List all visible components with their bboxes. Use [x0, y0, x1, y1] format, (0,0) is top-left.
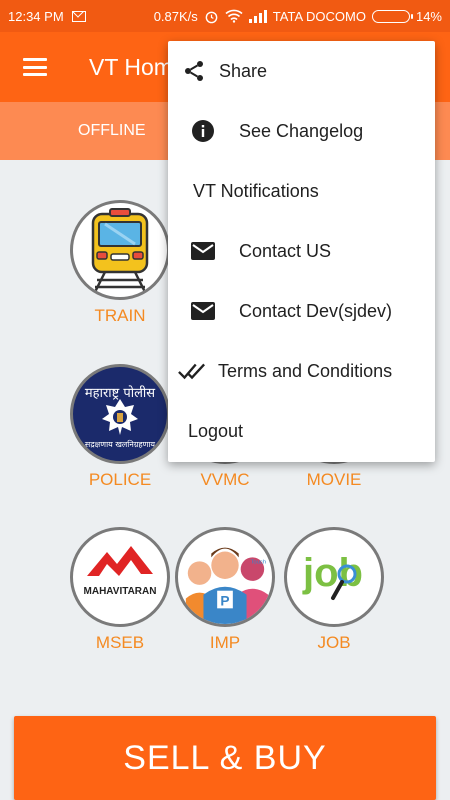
menu-item-share[interactable]: Share	[168, 41, 435, 101]
train-icon	[91, 208, 149, 292]
tile-train[interactable]: TRAIN	[70, 200, 170, 326]
wifi-icon	[225, 9, 243, 23]
menu-item-contact-dev[interactable]: Contact Dev(sjdev)	[168, 281, 435, 341]
people-icon: P Touch	[185, 547, 269, 624]
menu-item-label: VT Notifications	[193, 180, 319, 201]
tile-imp[interactable]: P Touch IMP	[175, 527, 275, 653]
mseb-logo: MAHAVITARAN	[70, 527, 170, 627]
double-check-icon	[178, 357, 206, 385]
tab-offline[interactable]: OFFLINE	[78, 122, 146, 140]
menu-item-terms-and-conditions[interactable]: Terms and Conditions	[168, 341, 435, 401]
menu-item-vt-notifications[interactable]: VT Notifications	[168, 161, 435, 221]
tile-label: JOB	[317, 633, 351, 652]
status-bar: 12:34 PM 0.87K/s TATA DOCOMO 14%	[0, 0, 450, 32]
menu-item-label: Contact Dev(sjdev)	[239, 300, 393, 321]
menu-item-contact-us[interactable]: Contact US	[168, 221, 435, 281]
menu-item-label: Logout	[188, 420, 244, 441]
job-search-icon: job	[302, 551, 363, 600]
overflow-menu: Share See Changelog VT Notifications Con…	[168, 41, 435, 462]
menu-item-label: Share	[219, 60, 268, 81]
status-time: 12:34 PM	[8, 8, 64, 24]
mahavitaran-logo-icon: MAHAVITARAN	[84, 546, 157, 597]
mail-icon	[189, 237, 217, 265]
battery-icon	[371, 9, 413, 23]
page-title: VT Hom	[89, 53, 173, 80]
police-logo-bottom-text: सद्रक्षणाय खलनिग्रहणाय	[85, 439, 156, 449]
network-speed: 0.87K/s	[153, 8, 198, 24]
tile-label: MSEB	[95, 633, 145, 652]
menu-item-logout[interactable]: Logout	[168, 401, 435, 461]
signal-icon	[248, 9, 267, 23]
police-logo: महाराष्ट्र पोलीस सद्रक्षणाय खलनिग्रहणाय	[70, 364, 170, 464]
tile-label: VVMC	[200, 470, 250, 489]
police-badge-icon: महाराष्ट्र पोलीस सद्रक्षणाय खलनिग्रहणाय	[85, 385, 156, 449]
tile-label: TRAIN	[94, 306, 146, 325]
menu-icon[interactable]	[23, 58, 47, 76]
imp-logo-tag: Touch	[250, 559, 266, 565]
menu-item-label: See Changelog	[239, 120, 364, 141]
imp-logo-badge: P	[220, 593, 229, 608]
police-logo-top-text: महाराष्ट्र पोलीस	[85, 385, 155, 401]
tile-job[interactable]: job JOB	[284, 527, 384, 653]
mail-icon	[189, 297, 217, 325]
tile-label: MOVIE	[306, 470, 362, 489]
tile-police[interactable]: महाराष्ट्र पोलीस सद्रक्षणाय खलनिग्रहणाय …	[70, 364, 170, 490]
tile-label: IMP	[209, 633, 241, 652]
sell-and-buy-button[interactable]: SELL & BUY	[14, 716, 436, 800]
train-logo	[70, 200, 170, 300]
menu-item-label: Contact US	[239, 240, 332, 261]
info-icon	[189, 117, 217, 145]
mseb-logo-text: MAHAVITARAN	[84, 586, 157, 597]
gmail-notification-icon	[71, 10, 86, 22]
job-logo: job	[284, 527, 384, 627]
tile-mseb[interactable]: MAHAVITARAN MSEB	[70, 527, 170, 653]
battery-percent: 14%	[415, 8, 442, 24]
menu-item-label: Terms and Conditions	[218, 360, 393, 381]
share-icon	[180, 57, 208, 85]
menu-item-see-changelog[interactable]: See Changelog	[168, 101, 435, 161]
imp-logo: P Touch	[175, 527, 275, 627]
carrier-name: TATA DOCOMO	[272, 8, 366, 24]
tile-label: POLICE	[88, 470, 152, 489]
alarm-icon	[205, 11, 218, 23]
